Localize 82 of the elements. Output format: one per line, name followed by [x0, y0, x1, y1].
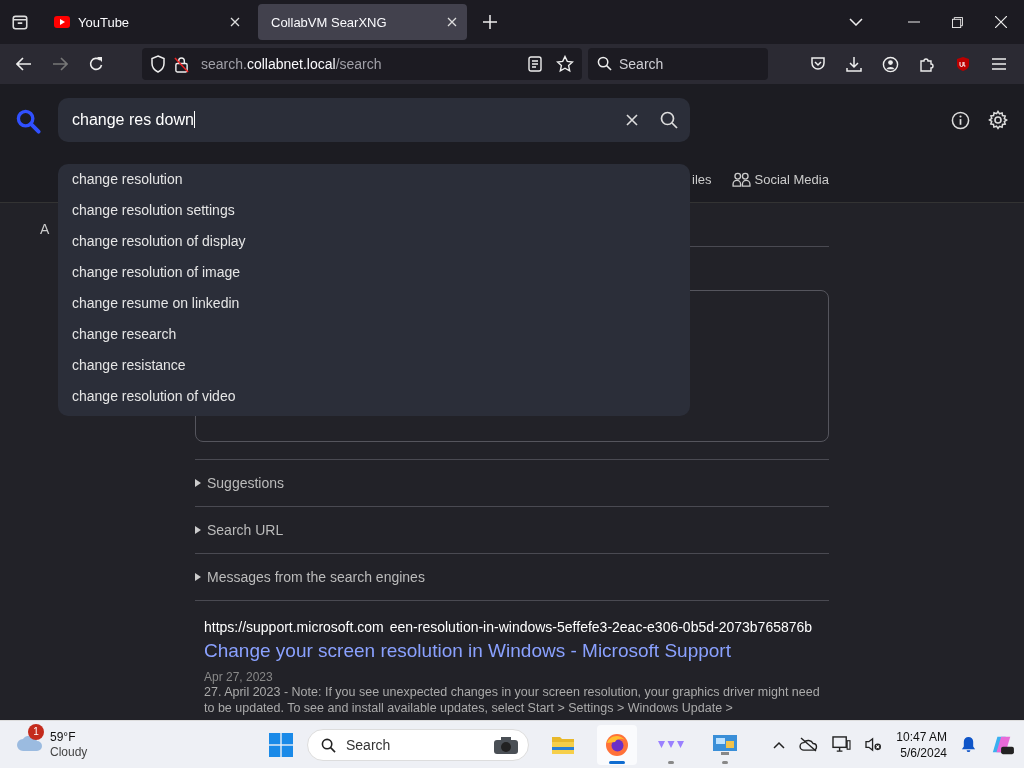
triangle-icon	[195, 479, 201, 487]
camera-icon	[493, 734, 519, 755]
result-title-link[interactable]: Change your screen resolution in Windows - Microsoft Support	[204, 640, 829, 662]
expandable-section[interactable]: Search URL	[195, 507, 829, 553]
close-icon[interactable]	[995, 16, 1007, 28]
bell-icon[interactable]	[961, 736, 976, 753]
browser-tab[interactable]: CollabVM SearXNG	[258, 4, 467, 40]
sidebar-text: A	[40, 221, 50, 237]
chevron-down-icon[interactable]	[849, 18, 863, 26]
autocomplete-item[interactable]: change resolution of video	[58, 381, 690, 412]
address-bar[interactable]: search.collabnet.local/search	[142, 48, 582, 80]
new-tab-icon[interactable]	[483, 15, 497, 29]
shield-badge-icon[interactable]	[955, 56, 971, 72]
query-field[interactable]: change res down	[58, 98, 690, 142]
network-monitor-icon[interactable]	[832, 736, 852, 753]
result-date: Apr 27, 2023	[204, 670, 274, 684]
settings-icon[interactable]	[988, 110, 1008, 130]
firefox-icon	[605, 732, 629, 757]
web-search-field[interactable]: Search	[588, 48, 768, 80]
autocomplete-item[interactable]: change resolution settings	[58, 195, 690, 226]
star-icon[interactable]	[556, 55, 574, 73]
expandable-section[interactable]: Messages from the search engines	[195, 554, 829, 600]
search-icon[interactable]	[660, 111, 678, 129]
menu-icon[interactable]	[991, 57, 1007, 71]
result-url: https://support.microsoft.com	[204, 619, 384, 635]
browser-tab[interactable]: YouTube	[41, 4, 250, 40]
autocomplete-item[interactable]: change research	[58, 319, 690, 350]
tab-title: CollabVM SearXNG	[271, 14, 388, 30]
clock-date[interactable]: 5/6/2024	[900, 744, 947, 761]
running-indicator	[668, 760, 674, 764]
search-icon	[597, 56, 612, 71]
search-query: change res down	[72, 111, 196, 129]
triangles-icon	[658, 738, 684, 751]
clock-time[interactable]: 10:47 AM	[896, 728, 947, 745]
autocomplete-item[interactable]: change resistance	[58, 350, 690, 381]
speaker-muted-icon[interactable]	[865, 737, 883, 752]
lock-warning-icon[interactable]	[174, 55, 189, 73]
pocket-icon[interactable]	[810, 56, 826, 72]
autocomplete-item[interactable]: change resolution of display	[58, 226, 690, 257]
reload-icon[interactable]	[88, 56, 104, 72]
cloud-off-icon[interactable]	[799, 737, 819, 752]
triangle-icon	[195, 526, 201, 534]
tab-list-icon[interactable]	[11, 13, 29, 31]
temperature: 59°F	[50, 729, 77, 745]
weather-condition: Cloudy	[50, 744, 88, 760]
close-icon[interactable]	[447, 17, 457, 27]
people-icon	[731, 171, 751, 187]
account-icon[interactable]	[882, 55, 899, 73]
youtube-icon	[54, 16, 70, 28]
category-tab[interactable]: Social Media	[731, 171, 829, 187]
chevron-up-icon[interactable]	[773, 740, 786, 749]
expandable-section[interactable]: Suggestions	[195, 460, 829, 506]
taskbar-app[interactable]	[597, 724, 637, 765]
notification-badge: 1	[28, 723, 44, 740]
download-icon[interactable]	[846, 56, 862, 72]
cloud-icon	[16, 733, 44, 752]
url-text: search.collabnet.local/search	[201, 56, 382, 72]
folder-icon	[551, 734, 575, 755]
monitor-icon	[712, 733, 738, 756]
search-icon	[321, 737, 336, 753]
windows-start-icon[interactable]	[269, 732, 293, 757]
close-icon[interactable]	[230, 17, 240, 27]
category-tab[interactable]: iles	[692, 171, 712, 187]
clear-icon[interactable]	[626, 114, 638, 126]
shield-icon[interactable]	[150, 55, 166, 73]
result-url-path: een-resolution-in-windows-5effefe3-2eac-e306-0b5d-2073b765876b	[389, 619, 813, 635]
forward-arrow-icon[interactable]	[52, 57, 68, 71]
puzzle-icon[interactable]	[919, 56, 935, 72]
tab-title: YouTube	[78, 14, 131, 30]
restore-icon[interactable]	[952, 16, 963, 28]
autocomplete-item[interactable]: change resolution of image	[58, 257, 690, 288]
running-indicator	[722, 760, 728, 764]
triangle-icon	[195, 573, 201, 581]
reader-view-icon[interactable]	[528, 56, 542, 72]
info-icon[interactable]	[951, 110, 970, 130]
autocomplete-item[interactable]: change resume on linkedin	[58, 288, 690, 319]
taskbar-search-field[interactable]: Search	[307, 728, 529, 761]
back-arrow-icon[interactable]	[16, 57, 32, 71]
magnifier-logo-icon[interactable]	[16, 108, 41, 134]
autocomplete-item[interactable]: change resolution	[58, 164, 690, 195]
running-indicator	[609, 760, 625, 764]
result-snippet: 27. April 2023 - Note: If you see unexpected changes in your screen resolution, your graphics driver might need to be updated. To see and install available updates, select Start > Settings > Windows Update >	[204, 684, 821, 716]
